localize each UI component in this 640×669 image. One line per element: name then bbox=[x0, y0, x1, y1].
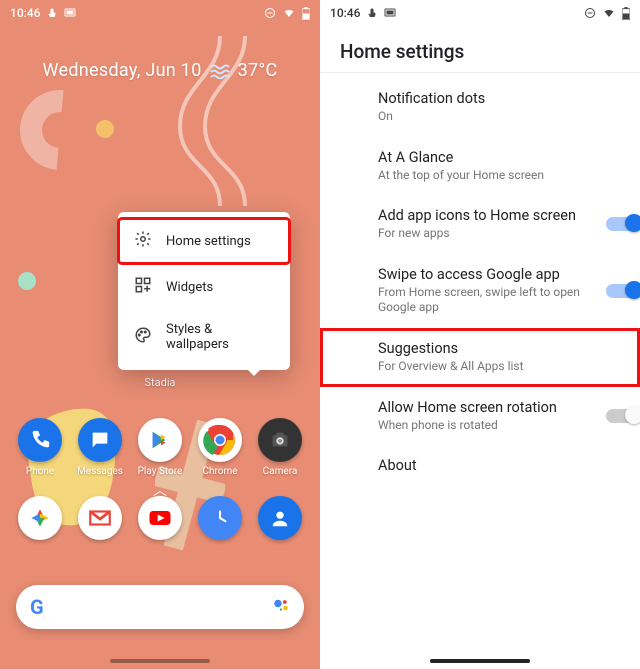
touch-icon bbox=[46, 7, 58, 19]
app-photos[interactable] bbox=[12, 496, 68, 540]
dnd-icon bbox=[584, 7, 596, 19]
setting-title: Suggestions bbox=[378, 340, 620, 357]
setting-subtitle: For new apps bbox=[378, 226, 620, 242]
dock-row-1: Phone Messages Play Store Chrome Camera bbox=[0, 418, 320, 477]
app-camera[interactable]: Camera bbox=[252, 418, 308, 477]
setting-add-app-icons[interactable]: Add app icons to Home screen For new app… bbox=[320, 195, 640, 254]
temperature: 37°C bbox=[238, 60, 278, 81]
dnd-icon bbox=[264, 7, 276, 19]
setting-notification-dots[interactable]: Notification dots On bbox=[320, 78, 640, 137]
navigation-pill[interactable] bbox=[110, 659, 210, 663]
gear-icon bbox=[134, 230, 152, 252]
setting-title: At A Glance bbox=[378, 149, 620, 166]
assistant-icon[interactable] bbox=[272, 596, 290, 618]
setting-subtitle: For Overview & All Apps list bbox=[378, 359, 620, 375]
app-label: Phone bbox=[26, 466, 54, 477]
setting-title: Notification dots bbox=[378, 90, 620, 107]
palette-icon bbox=[134, 326, 152, 348]
date-text: Wednesday, Jun 10 bbox=[42, 60, 201, 81]
menu-item-label: Styles & wallpapers bbox=[166, 322, 274, 352]
setting-subtitle: At the top of your Home screen bbox=[378, 168, 620, 184]
app-play-store[interactable]: Play Store bbox=[132, 418, 188, 477]
at-a-glance[interactable]: Wednesday, Jun 10 37°C bbox=[0, 60, 320, 81]
menu-item-label: Home settings bbox=[166, 234, 251, 249]
setting-title: Swipe to access Google app bbox=[378, 266, 620, 283]
app-contacts[interactable] bbox=[252, 496, 308, 540]
app-clock[interactable] bbox=[192, 496, 248, 540]
setting-title: Allow Home screen rotation bbox=[378, 399, 620, 416]
folder-label: Stadia bbox=[0, 376, 320, 389]
cast-icon bbox=[64, 7, 76, 19]
setting-subtitle: From Home screen, swipe left to open Goo… bbox=[378, 285, 620, 316]
setting-suggestions[interactable]: Suggestions For Overview & All Apps list bbox=[320, 328, 640, 387]
menu-widgets[interactable]: Widgets bbox=[118, 264, 290, 310]
toggle-switch[interactable] bbox=[606, 215, 640, 233]
widgets-icon bbox=[134, 276, 152, 298]
app-gmail[interactable] bbox=[72, 496, 128, 540]
home-screen: 10:46 Wednesday, Jun 10 37°C Home settin… bbox=[0, 0, 320, 669]
setting-at-a-glance[interactable]: At A Glance At the top of your Home scre… bbox=[320, 137, 640, 196]
google-logo-icon: G bbox=[30, 595, 44, 619]
favorites-row bbox=[0, 496, 320, 540]
status-time: 10:46 bbox=[10, 6, 40, 20]
status-bar-left: 10:46 bbox=[0, 0, 320, 26]
app-label: Messages bbox=[77, 466, 123, 477]
settings-list[interactable]: Notification dots On At A Glance At the … bbox=[320, 78, 640, 649]
setting-swipe-google-app[interactable]: Swipe to access Google app From Home scr… bbox=[320, 254, 640, 328]
search-bar[interactable]: G bbox=[16, 585, 304, 629]
toggle-switch[interactable] bbox=[606, 282, 640, 300]
home-settings-screen: 10:46 Home settings Notification dots On… bbox=[320, 0, 640, 669]
menu-item-label: Widgets bbox=[166, 280, 213, 295]
menu-styles-wallpapers[interactable]: Styles & wallpapers bbox=[118, 310, 290, 364]
app-chrome[interactable]: Chrome bbox=[192, 418, 248, 477]
status-bar-right: 10:46 bbox=[320, 0, 640, 26]
home-context-menu: Home settings Widgets Styles & wallpaper… bbox=[118, 212, 290, 370]
app-label: Camera bbox=[263, 466, 298, 477]
app-label: Chrome bbox=[202, 466, 237, 477]
setting-home-rotation[interactable]: Allow Home screen rotation When phone is… bbox=[320, 387, 640, 446]
setting-about[interactable]: About bbox=[320, 445, 640, 486]
app-phone[interactable]: Phone bbox=[12, 418, 68, 477]
touch-icon bbox=[366, 7, 378, 19]
app-youtube[interactable] bbox=[132, 496, 188, 540]
wifi-icon bbox=[282, 7, 296, 19]
app-label: Play Store bbox=[138, 466, 183, 477]
weather-icon bbox=[210, 63, 230, 79]
setting-title: Add app icons to Home screen bbox=[378, 207, 620, 224]
cast-icon bbox=[384, 7, 396, 19]
page-title: Home settings bbox=[340, 40, 464, 63]
setting-subtitle: On bbox=[378, 109, 620, 125]
battery-icon bbox=[302, 7, 310, 20]
divider bbox=[320, 72, 640, 73]
wifi-icon bbox=[602, 7, 616, 19]
app-messages[interactable]: Messages bbox=[72, 418, 128, 477]
setting-title: About bbox=[378, 457, 620, 474]
battery-icon bbox=[622, 7, 630, 20]
toggle-switch[interactable] bbox=[606, 407, 640, 425]
setting-subtitle: When phone is rotated bbox=[378, 418, 620, 434]
status-time: 10:46 bbox=[330, 6, 360, 20]
navigation-pill[interactable] bbox=[430, 659, 530, 663]
menu-home-settings[interactable]: Home settings bbox=[118, 218, 290, 264]
